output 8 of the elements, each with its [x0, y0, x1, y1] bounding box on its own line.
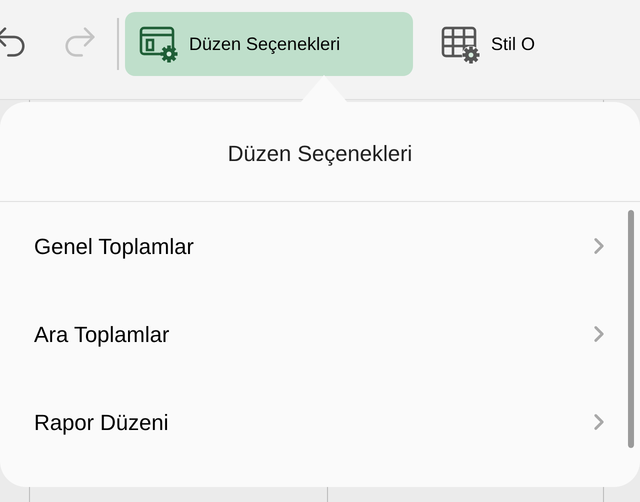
- table-settings-icon: [441, 24, 481, 64]
- menu-item[interactable]: Genel Toplamlar: [0, 202, 640, 290]
- menu-item[interactable]: Rapor Düzeni: [0, 378, 640, 466]
- menu-item[interactable]: Ara Toplamlar: [0, 290, 640, 378]
- popover-title: Düzen Seçenekleri: [228, 140, 412, 168]
- style-options-button[interactable]: Stil O: [427, 12, 550, 76]
- layout-settings-icon: [139, 24, 179, 64]
- layout-options-button[interactable]: Düzen Seçenekleri: [125, 12, 413, 76]
